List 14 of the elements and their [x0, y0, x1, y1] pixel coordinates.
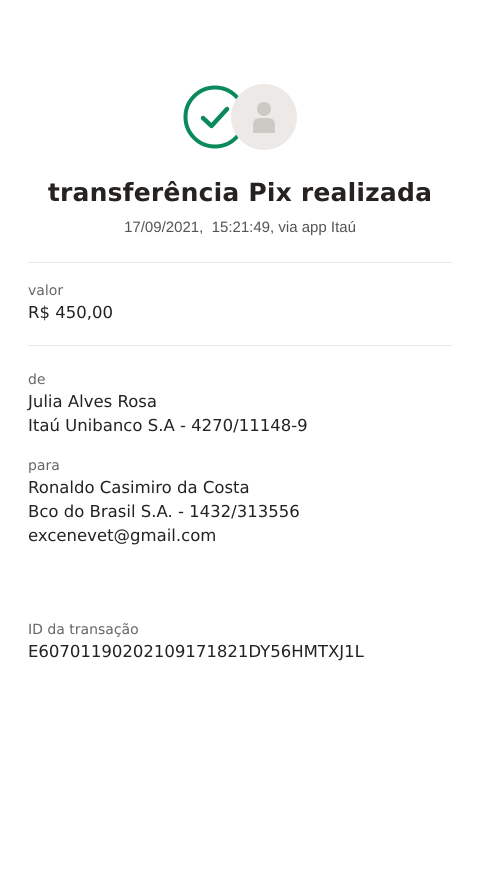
field-value: Ronaldo Casimiro da Costa: [28, 477, 251, 499]
title: transferência Pix realizada: [48, 178, 432, 207]
field-value: Julia Alves Rosa: [28, 391, 158, 413]
person-icon: [252, 101, 276, 133]
field-value: R$ 450,00: [28, 302, 114, 324]
field-label: valor: [28, 282, 64, 301]
field-label: de: [28, 371, 46, 390]
field-value: E60701190202109171821DY56HMTXJ1L: [28, 641, 365, 663]
field-value: Itaú Unibanco S.A - 4270/11148-9: [28, 415, 309, 437]
field-value: excenevet@gmail.com: [28, 525, 218, 547]
field-value: Bco do Brasil S.A. - 1432/313556: [28, 501, 301, 523]
field-label: ID da transação: [28, 621, 140, 640]
field-label: para: [28, 457, 61, 476]
transfer-date: 17/09/2021, 15:21:49, via app Itaú: [124, 219, 356, 236]
